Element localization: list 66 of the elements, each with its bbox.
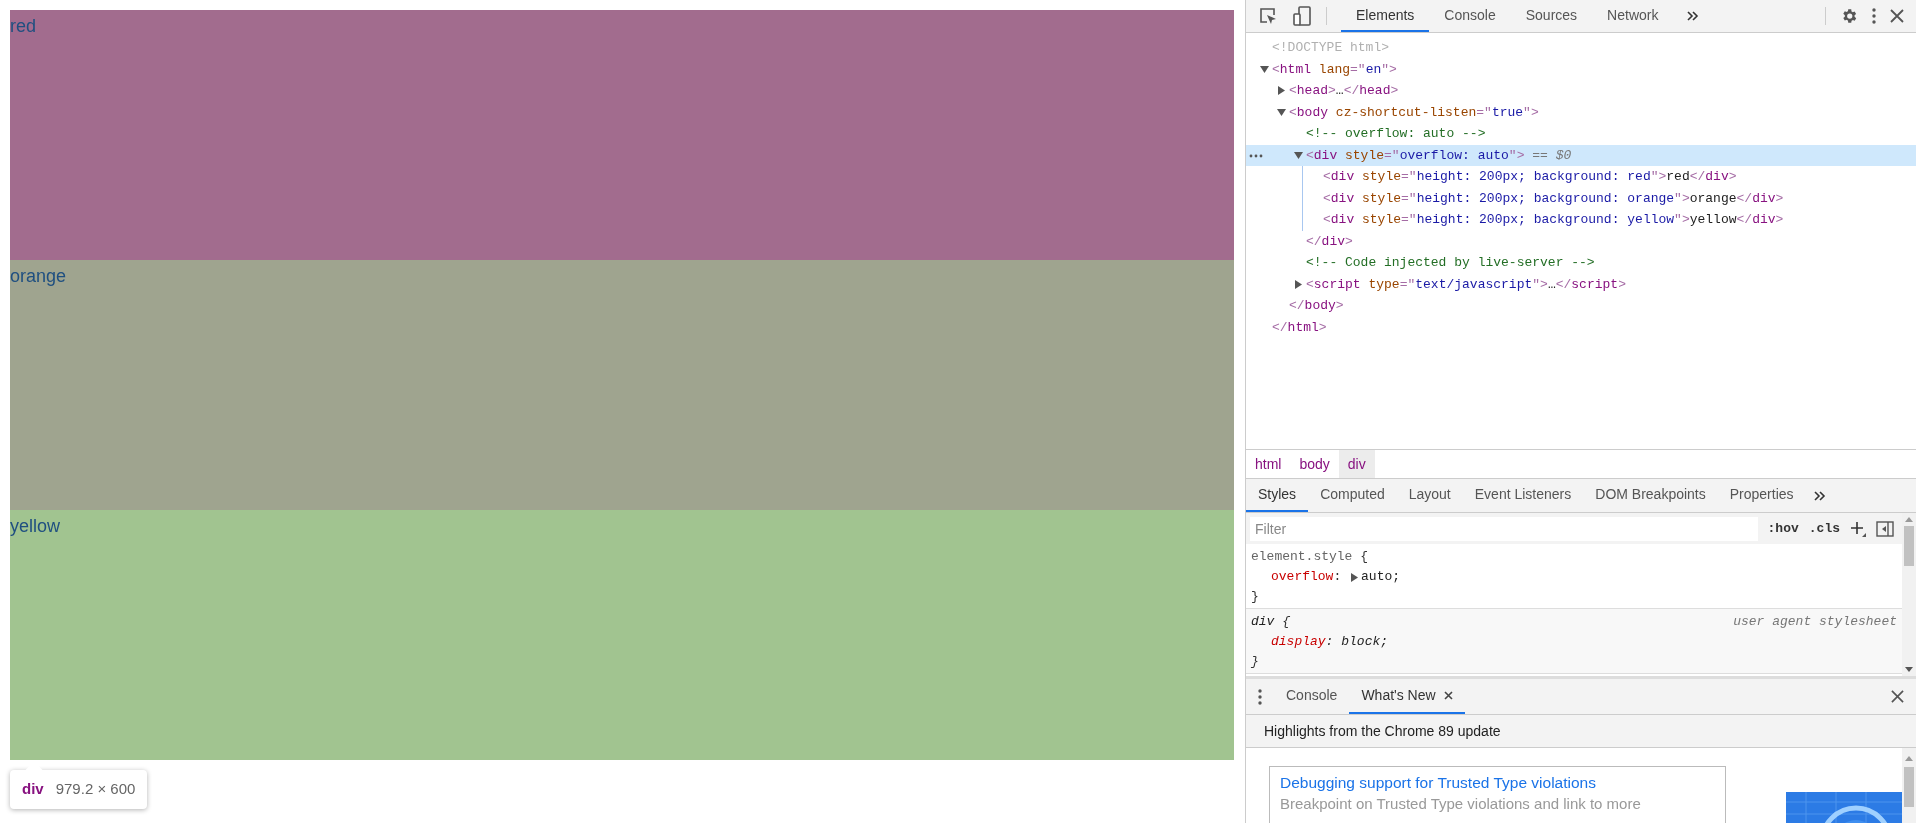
block-label: orange — [10, 266, 67, 286]
sidebar-toggle-icon[interactable] — [1876, 520, 1894, 537]
collapse-triangle-icon[interactable] — [1260, 64, 1269, 74]
breadcrumb-item[interactable]: html — [1246, 450, 1291, 478]
dom-node-line[interactable]: <!-- Code injected by live-server --> — [1306, 253, 1595, 273]
dom-node-line[interactable]: <div style="height: 200px; background: yellow">yellow</div> — [1323, 210, 1784, 230]
block-label: red — [10, 16, 36, 36]
expand-triangle-icon[interactable] — [1294, 279, 1303, 289]
sidebar-tab[interactable]: Properties — [1717, 479, 1806, 512]
panel-tab[interactable]: Elements — [1341, 0, 1430, 32]
dom-node-line[interactable]: </div> — [1306, 231, 1353, 251]
dom-node-line[interactable]: <div style="height: 200px; background: red">red</div> — [1323, 167, 1737, 187]
dom-node-line[interactable]: </body> — [1289, 296, 1344, 316]
css-selector: element.style { — [1251, 548, 1369, 567]
css-value: block; — [1341, 633, 1389, 652]
dom-node-line[interactable]: </html> — [1272, 317, 1327, 337]
close-icon[interactable] — [1890, 9, 1904, 23]
more-options-icon[interactable] — [1258, 688, 1262, 705]
sidebar-tab[interactable]: DOM Breakpoints — [1583, 479, 1718, 512]
whats-new-heading: Highlights from the Chrome 89 update — [1264, 721, 1501, 741]
dom-node-line[interactable]: <script type="text/javascript">…</script> — [1306, 274, 1626, 294]
closing-brace: } — [1251, 589, 1259, 604]
breadcrumb-item[interactable]: body — [1290, 450, 1339, 478]
dom-node-line[interactable]: <body cz-shortcut-listen="true"> — [1289, 102, 1539, 122]
settings-icon[interactable] — [1840, 7, 1858, 25]
panel-tab[interactable]: Console — [1429, 0, 1511, 32]
sidebar-tab[interactable]: Computed — [1308, 479, 1397, 512]
dom-node-line[interactable]: <!-- overflow: auto --> — [1306, 124, 1486, 144]
css-property-line: display: — [1271, 633, 1335, 652]
class-toggle[interactable]: .cls — [1808, 518, 1840, 539]
collapse-triangle-icon[interactable] — [1294, 150, 1303, 160]
drawer-tab[interactable]: Console — [1274, 679, 1350, 714]
tooltip-tag: div — [22, 778, 44, 801]
tooltip-size: 979.2 × 600 — [55, 779, 136, 799]
close-icon[interactable] — [1443, 691, 1453, 700]
dom-node-line[interactable]: <head>…</head> — [1289, 81, 1399, 101]
more-tabs-icon[interactable] — [1813, 489, 1826, 502]
inspect-element-icon[interactable] — [1258, 6, 1278, 26]
close-icon[interactable] — [1891, 690, 1904, 703]
sidebar-tab[interactable]: Layout — [1396, 479, 1463, 512]
feature-link[interactable]: Debugging support for Trusted Type violations — [1280, 771, 1715, 795]
hover-state-toggle[interactable]: :hov — [1767, 518, 1799, 539]
dom-node-line[interactable]: <html lang="en"> — [1272, 59, 1397, 79]
panel-tab[interactable]: Sources — [1510, 0, 1593, 32]
panel-tab[interactable]: Network — [1592, 0, 1674, 32]
feature-description: Breakpoint on Trusted Type violations and link to more — [1280, 794, 1642, 815]
closing-brace: } — [1251, 654, 1259, 669]
collapse-triangle-icon[interactable] — [1277, 107, 1286, 117]
more-tabs-icon[interactable] — [1687, 10, 1700, 22]
rule-origin: user agent stylesheet — [1733, 613, 1897, 632]
breadcrumb-item[interactable]: div — [1338, 450, 1375, 478]
device-toolbar-icon[interactable] — [1292, 6, 1312, 26]
block-label: yellow — [10, 516, 61, 536]
css-selector: div { — [1251, 613, 1291, 632]
css-value: auto; — [1361, 568, 1401, 587]
scrollbar[interactable] — [1902, 748, 1916, 823]
more-dots-icon[interactable] — [1249, 153, 1263, 158]
sidebar-tab[interactable]: Event Listeners — [1462, 479, 1584, 512]
filter-field[interactable]: Filter — [1250, 516, 1758, 541]
expand-triangle-icon[interactable] — [1351, 572, 1360, 582]
plus-icon[interactable] — [1850, 520, 1866, 537]
css-property-line: overflow: — [1271, 568, 1343, 587]
more-options-icon[interactable] — [1872, 8, 1876, 24]
expand-triangle-icon[interactable] — [1277, 86, 1286, 96]
dom-node-line[interactable]: <div style="height: 200px; background: orange">orange</div> — [1323, 188, 1784, 208]
scrollbar[interactable] — [1902, 513, 1916, 676]
